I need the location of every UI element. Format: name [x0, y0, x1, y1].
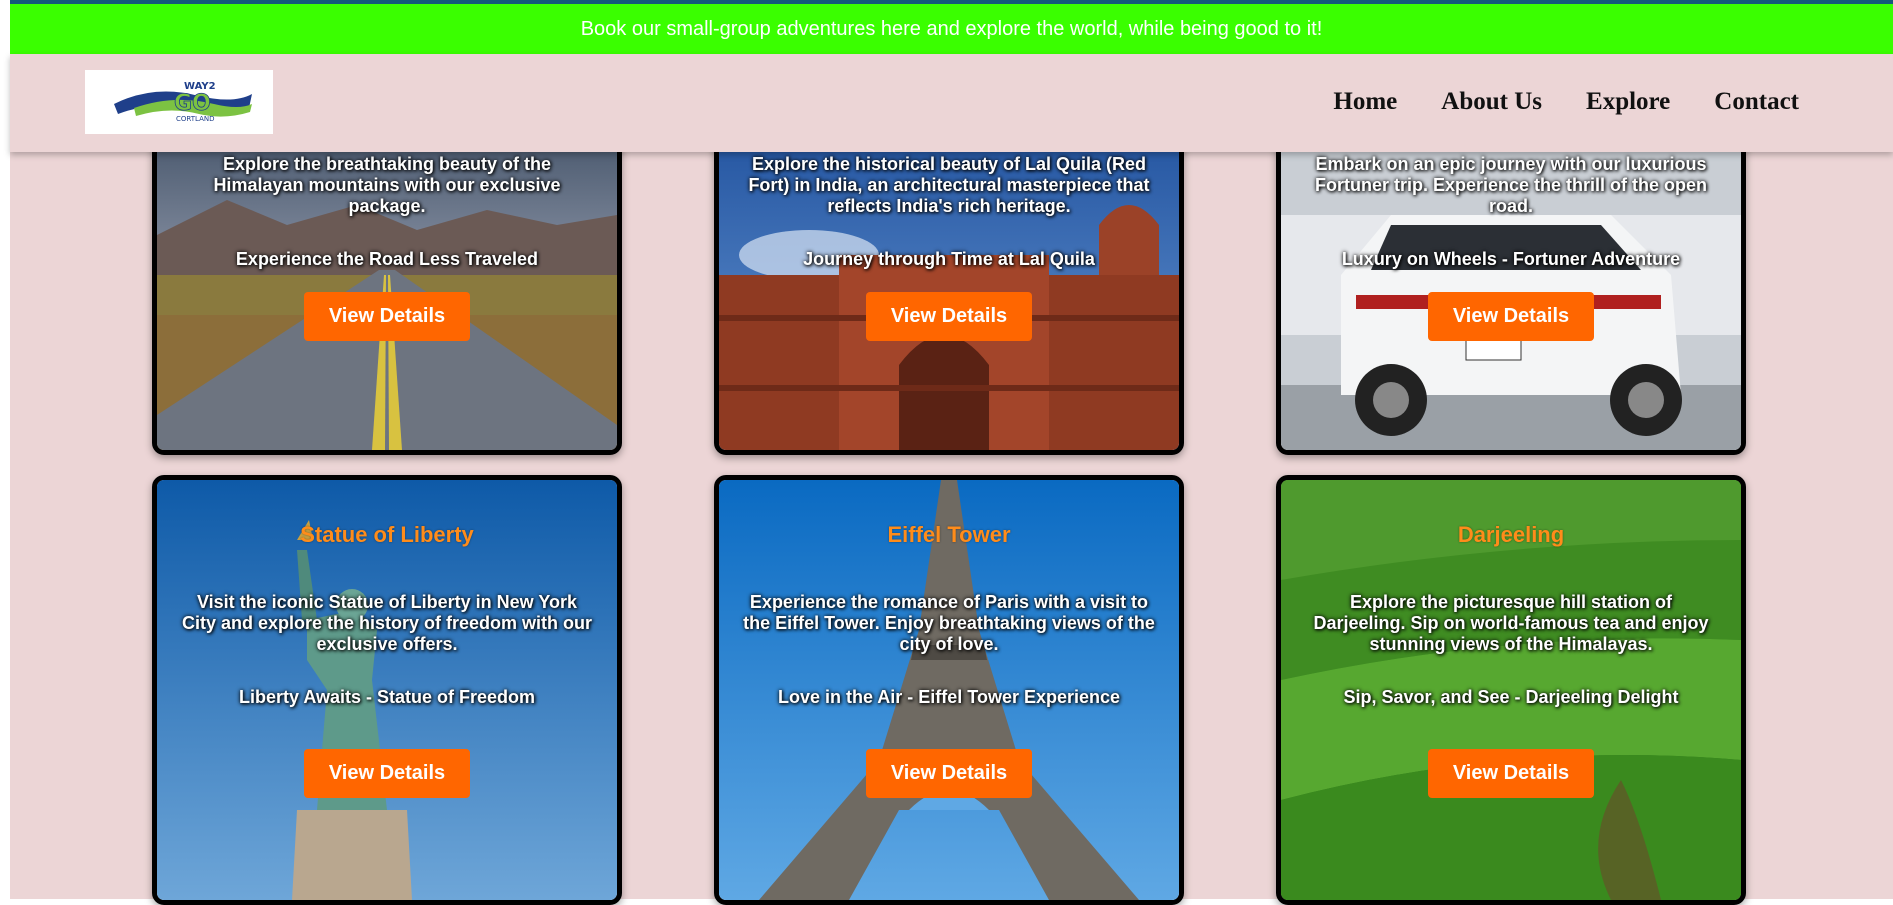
card-tagline: Experience the Road Less Traveled [235, 249, 539, 269]
nav-explore[interactable]: Explore [1586, 88, 1670, 116]
card-title: Statue of Liberty [300, 522, 474, 547]
card-darjeeling: Darjeeling Explore the picturesque hill … [1276, 475, 1746, 905]
nav-home[interactable]: Home [1333, 88, 1397, 116]
card-title: Darjeeling [1457, 522, 1565, 547]
card-description: Explore the picturesque hill station of … [1313, 592, 1709, 654]
view-details-button[interactable]: View Details [865, 749, 1033, 798]
announcement-bar: Book our small-group adventures here and… [10, 4, 1893, 54]
card-description: Embark on an epic journey with our luxur… [1314, 154, 1708, 216]
card-tagline: Sip, Savor, and See - Darjeeling Delight [1343, 687, 1679, 707]
card-description: Explore the breathtaking beauty of the H… [213, 154, 561, 216]
card-tagline: Love in the Air - Eiffel Tower Experienc… [777, 687, 1121, 707]
view-details-button[interactable]: View Details [303, 292, 471, 341]
card-content: Eiffel Tower Experience the romance of P… [719, 522, 1179, 798]
card-tagline: Liberty Awaits - Statue of Freedom [238, 687, 536, 707]
card-description: Explore the historical beauty of Lal Qui… [748, 154, 1150, 216]
card-title: Eiffel Tower [887, 522, 1011, 547]
card-content: Explore the breathtaking beauty of the H… [157, 154, 617, 341]
card-content: Explore the historical beauty of Lal Qui… [719, 154, 1179, 341]
card-himalaya: Explore the breathtaking beauty of the H… [152, 100, 622, 455]
view-details-button[interactable]: View Details [865, 292, 1033, 341]
view-details-button[interactable]: View Details [1427, 749, 1595, 798]
card-description: Experience the romance of Paris with a v… [743, 592, 1155, 654]
card-content: Darjeeling Explore the picturesque hill … [1281, 522, 1741, 798]
view-details-button[interactable]: View Details [1427, 292, 1595, 341]
site-header: WAY2 GO CORTLAND Home About Us Explore C… [10, 54, 1893, 152]
card-eiffel-tower: Eiffel Tower Experience the romance of P… [714, 475, 1184, 905]
card-statue-of-liberty: Statue of Liberty Visit the iconic Statu… [152, 475, 622, 905]
view-details-button[interactable]: View Details [303, 749, 471, 798]
announcement-text: Book our small-group adventures here and… [580, 17, 1323, 40]
way2go-logo-icon: WAY2 GO CORTLAND [114, 81, 252, 123]
nav-about-us[interactable]: About Us [1441, 88, 1542, 116]
card-content: Embark on an epic journey with our luxur… [1281, 154, 1741, 341]
main-nav: Home About Us Explore Contact [1333, 88, 1799, 116]
svg-text:GO: GO [174, 91, 211, 116]
card-lal-quila: Explore the historical beauty of Lal Qui… [714, 100, 1184, 455]
card-content: Statue of Liberty Visit the iconic Statu… [157, 522, 617, 798]
card-tagline: Luxury on Wheels - Fortuner Adventure [1341, 249, 1681, 269]
svg-text:CORTLAND: CORTLAND [176, 115, 215, 123]
site-logo[interactable]: WAY2 GO CORTLAND [85, 70, 273, 134]
card-tagline: Journey through Time at Lal Quila [803, 249, 1095, 269]
card-fortuner: Embark on an epic journey with our luxur… [1276, 100, 1746, 455]
card-description: Visit the iconic Statue of Liberty in Ne… [181, 592, 593, 654]
nav-contact[interactable]: Contact [1714, 88, 1799, 116]
